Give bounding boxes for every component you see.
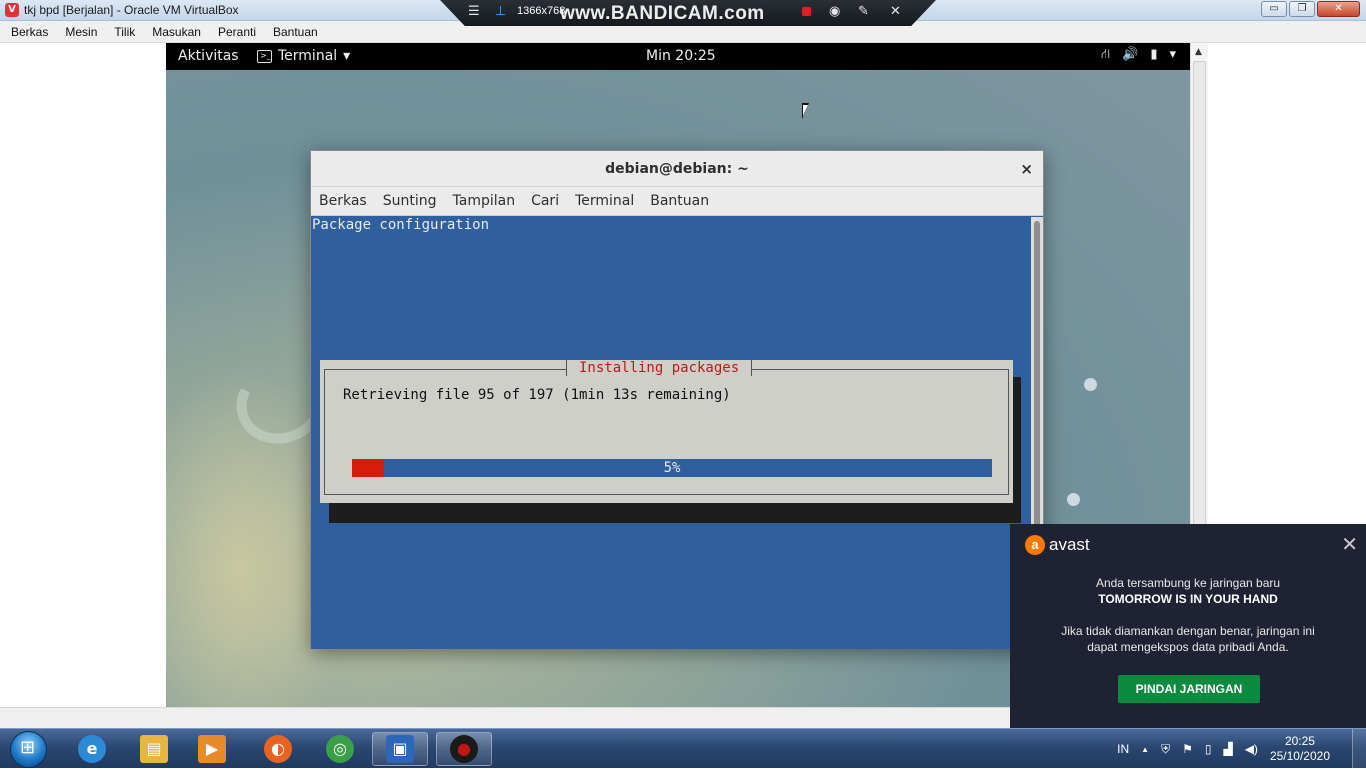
taskbar-item-chrome[interactable]: ◎ — [312, 732, 368, 766]
taskbar-clock[interactable]: 20:25 25/10/2020 — [1270, 734, 1330, 764]
wallpaper-dot — [1067, 493, 1080, 506]
window-controls: ▭ ❐ ✕ — [1261, 1, 1360, 17]
terminal-menu-bantuan[interactable]: Bantuan — [650, 193, 709, 209]
scan-network-button[interactable]: PINDAI JARINGAN — [1118, 675, 1260, 703]
avast-icon: a — [1025, 535, 1045, 555]
progress-message: Retrieving file 95 of 197 (1min 13s rema… — [343, 387, 731, 403]
bandicam-icon: ● — [450, 735, 478, 763]
security-icon[interactable]: ⛨ — [1161, 742, 1170, 757]
clock-date: 25/10/2020 — [1269, 749, 1330, 763]
terminal-menubar: Berkas Sunting Tampilan Cari Terminal Ba… — [311, 187, 1043, 216]
avast-message: Anda tersambung ke jaringan baru — [1095, 576, 1281, 590]
virtualbox-icon: ▣ — [386, 735, 414, 763]
terminal-titlebar[interactable]: debian@debian: ~ × — [311, 151, 1043, 187]
terminal-menu-sunting[interactable]: Sunting — [383, 193, 437, 209]
status-area[interactable]: ⛙ 🔊 ▮ ▾ — [1101, 47, 1176, 64]
avast-warning-line2: dapat mengekspos data pribadi Anda. — [1087, 640, 1289, 654]
menu-tilik[interactable]: Tilik — [114, 25, 135, 39]
battery-icon[interactable]: ▯ — [1205, 742, 1212, 756]
network-signal-icon[interactable]: ▟ — [1223, 742, 1232, 756]
file-explorer-icon: ▤ — [140, 735, 168, 763]
activities-button[interactable]: Aktivitas — [178, 48, 239, 64]
virtualbox-icon: V — [5, 3, 19, 17]
taskbar: e ▤ ▶ ◐ ◎ ▣ ● IN ▲ ⛨ ⚑ ▯ ▟ ◀) 20:25 25/1… — [0, 728, 1366, 769]
terminal-menu-berkas[interactable]: Berkas — [319, 193, 367, 209]
app-menu[interactable]: >_ Terminal ▾ — [257, 48, 350, 64]
record-indicator-icon — [802, 7, 811, 16]
progress-bar: 5% — [352, 459, 992, 477]
pencil-icon[interactable]: ✎ — [858, 4, 869, 19]
taskbar-item-media[interactable]: ▶ — [184, 732, 240, 766]
taskbar-item-bandicam[interactable]: ● — [436, 732, 492, 766]
avast-logo: a avast — [1025, 535, 1090, 555]
show-desktop-button[interactable] — [1352, 729, 1366, 769]
gnome-top-bar: Aktivitas >_ Terminal ▾ Min 20:25 ⛙ 🔊 ▮ … — [166, 43, 1190, 70]
firefox-icon: ◐ — [264, 735, 292, 763]
menu-mesin[interactable]: Mesin — [65, 25, 97, 39]
hamburger-menu-icon[interactable]: ☰ — [468, 4, 480, 19]
terminal-window[interactable]: debian@debian: ~ × Berkas Sunting Tampil… — [310, 150, 1044, 649]
terminal-icon: >_ — [257, 49, 272, 63]
language-indicator[interactable]: IN — [1117, 742, 1129, 756]
terminal-menu-tampilan[interactable]: Tampilan — [453, 193, 516, 209]
avast-brand: avast — [1049, 535, 1090, 554]
maximize-button[interactable]: ❐ — [1289, 1, 1315, 17]
clock-time: 20:25 — [1284, 734, 1315, 748]
dialog-title: Installing packages — [566, 360, 753, 376]
window-title: tkj bpd [Berjalan] - Oracle VM VirtualBo… — [24, 3, 239, 17]
menu-berkas[interactable]: Berkas — [11, 25, 48, 39]
app-menu-label: Terminal — [278, 48, 338, 64]
taskbar-item-firefox[interactable]: ◐ — [250, 732, 306, 766]
package-config-header: Package configuration — [312, 217, 490, 233]
chrome-icon: ◎ — [326, 735, 354, 763]
avast-warning-line1: Jika tidak diamankan dengan benar, jarin… — [1061, 624, 1315, 638]
terminal-menu-terminal[interactable]: Terminal — [575, 193, 634, 209]
volume-icon: 🔊 — [1122, 47, 1139, 62]
recording-resolution: 1366x768 — [517, 5, 566, 17]
media-player-icon: ▶ — [198, 735, 226, 763]
bandicam-close-icon[interactable]: ✕ — [890, 4, 901, 19]
terminal-title: debian@debian: ~ — [605, 161, 749, 177]
menu-bantuan[interactable]: Bantuan — [273, 25, 318, 39]
close-icon[interactable]: × — [1020, 151, 1033, 187]
terminal-menu-cari[interactable]: Cari — [531, 193, 559, 209]
close-icon[interactable]: ✕ — [1341, 532, 1358, 556]
camera-icon[interactable]: ◉ — [829, 4, 840, 19]
menu-peranti[interactable]: Peranti — [218, 25, 256, 39]
network-icon: ⛙ — [1100, 47, 1111, 62]
wallpaper-dot — [1084, 378, 1097, 391]
terminal-content[interactable]: Package configuration Retrieving file 95… — [311, 217, 1033, 649]
installing-packages-dialog: Retrieving file 95 of 197 (1min 13s rema… — [320, 360, 1013, 503]
scroll-up-icon[interactable]: ▲ — [1195, 47, 1202, 57]
taskbar-item-virtualbox[interactable]: ▣ — [372, 732, 428, 766]
action-center-flag-icon[interactable]: ⚑ — [1182, 742, 1193, 756]
internet-explorer-icon: e — [78, 735, 106, 763]
close-button[interactable]: ✕ — [1317, 1, 1360, 17]
clock[interactable]: Min 20:25 — [646, 48, 716, 64]
taskbar-item-explorer[interactable]: ▤ — [126, 732, 182, 766]
bandicam-toolbar: ☰ ⊥ 1366x768 www.BANDICAM.com ◉ ✎ ✕ — [440, 0, 936, 26]
mouse-pointer-icon — [802, 103, 809, 119]
avast-network-name: TOMORROW IS IN YOUR HAND — [1098, 592, 1278, 606]
progress-percent: 5% — [663, 460, 681, 476]
chevron-down-icon: ▾ — [1169, 47, 1176, 62]
chevron-down-icon: ▾ — [343, 48, 351, 64]
taskbar-item-ie[interactable]: e — [64, 732, 120, 766]
bandicam-watermark: www.BANDICAM.com — [560, 3, 765, 24]
menu-masukan[interactable]: Masukan — [152, 25, 201, 39]
start-button[interactable] — [10, 731, 47, 768]
battery-icon: ▮ — [1150, 47, 1158, 62]
avast-notification: a avast ✕ Anda tersambung ke jaringan ba… — [1010, 524, 1366, 728]
minimize-button[interactable]: ▭ — [1261, 1, 1287, 17]
show-hidden-icons-icon[interactable]: ▲ — [1141, 745, 1149, 754]
system-tray: IN ▲ ⛨ ⚑ ▯ ▟ ◀) 20:25 25/10/2020 — [1117, 729, 1366, 769]
dialog-frame: Retrieving file 95 of 197 (1min 13s rema… — [324, 369, 1009, 495]
pin-icon[interactable]: ⊥ — [495, 4, 506, 19]
volume-icon[interactable]: ◀) — [1245, 742, 1258, 756]
